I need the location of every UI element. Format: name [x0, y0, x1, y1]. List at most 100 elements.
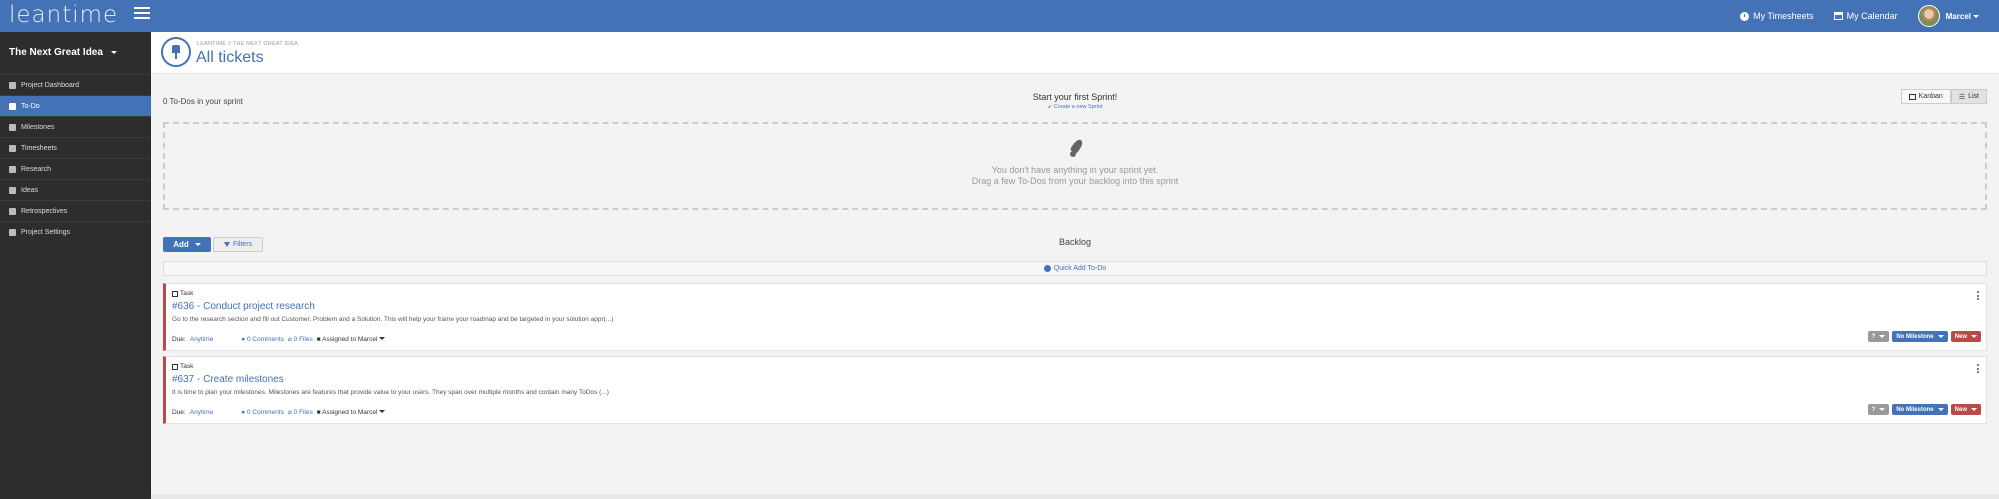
files-label: 0 Files	[293, 336, 313, 343]
sidebar-item-retrospectives[interactable]: Retrospectives	[0, 200, 151, 221]
milestones-icon	[9, 123, 16, 131]
ticket-type-label: Task	[180, 290, 194, 297]
chevron-down-icon	[1879, 408, 1886, 411]
sidebar-item-project-settings[interactable]: Project Settings	[0, 221, 151, 242]
user-icon: ■	[316, 408, 321, 416]
sidebar-item-label: Milestones	[21, 123, 55, 131]
plus-circle-icon	[1043, 265, 1051, 272]
ticket-card[interactable]: Task #636 - Conduct project research Go …	[163, 283, 1987, 351]
chevron-down-icon	[1879, 335, 1886, 338]
rocket-icon: ➹	[1047, 104, 1053, 110]
ticket-type: Task	[172, 363, 193, 370]
main-content: 0 To-Dos in your sprint Start your first…	[151, 74, 1999, 499]
clock-icon	[9, 144, 16, 152]
user-name: Marcel	[1945, 11, 1971, 21]
files-link[interactable]: ⌀ 0 Files	[288, 335, 313, 343]
priority-label: ?	[1871, 406, 1876, 413]
user-menu[interactable]: Marcel	[1917, 5, 1979, 27]
assignee-label: Assigned to Marcel	[322, 408, 378, 416]
ticket-title[interactable]: #637 - Create milestones	[172, 374, 284, 385]
comments-link[interactable]: ● 0 Comments	[241, 409, 284, 416]
comments-link[interactable]: ● 0 Comments	[241, 336, 284, 343]
project-name: The Next Great Idea	[9, 47, 103, 58]
ticket-meta: Due: Anytime ● 0 Comments ⌀ 0 Files ■ As…	[172, 408, 386, 416]
sidebar-item-ideas[interactable]: Ideas	[0, 179, 151, 200]
chevron-down-icon	[1971, 408, 1977, 411]
list-label: List	[1968, 93, 1979, 100]
lightbulb-icon	[9, 186, 16, 194]
milestone-dropdown[interactable]: No Milestone	[1892, 331, 1948, 342]
chevron-down-icon	[1971, 335, 1977, 338]
milestone-dropdown[interactable]: No Milestone	[1892, 404, 1948, 415]
quick-add-label: Quick Add To-Do	[1053, 265, 1107, 272]
sprint-empty-message: You don't have anything in your sprint y…	[991, 165, 1159, 175]
chevron-down-icon	[1937, 335, 1944, 338]
create-sprint-label: Create a new Sprint	[1053, 104, 1103, 110]
my-calendar-link[interactable]: My Calendar	[1833, 11, 1898, 21]
due-label: Due:	[172, 335, 186, 343]
assignee-dropdown[interactable]: ■ Assigned to Marcel	[317, 409, 386, 416]
chevron-down-icon	[1937, 408, 1944, 411]
comments-label: 0 Comments	[246, 335, 284, 343]
status-dropdown[interactable]: New	[1950, 404, 1981, 415]
sidebar-item-label: Project Settings	[21, 228, 71, 236]
sidebar-item-todo[interactable]: To-Do	[0, 95, 151, 116]
list-view-button[interactable]: ☰ List	[1950, 89, 1987, 104]
milestone-label: No Milestone	[1896, 406, 1934, 413]
menu-toggle-icon[interactable]	[134, 7, 150, 21]
assignee-dropdown[interactable]: ■ Assigned to Marcel	[317, 336, 386, 343]
sprint-drop-zone[interactable]: You don't have anything in your sprint y…	[163, 122, 1987, 210]
files-link[interactable]: ⌀ 0 Files	[288, 408, 313, 416]
sprint-start-heading: Start your first Sprint!	[1032, 92, 1118, 102]
sidebar-item-label: Project Dashboard	[21, 81, 79, 89]
gear-icon	[9, 228, 16, 236]
create-sprint-link[interactable]: ➹ Create a new Sprint	[151, 104, 1999, 110]
sidebar-item-timesheets[interactable]: Timesheets	[0, 137, 151, 158]
ticket-card[interactable]: Task #637 - Create milestones It is time…	[163, 356, 1987, 424]
checkbox-icon	[172, 290, 178, 297]
sidebar-item-project-dashboard[interactable]: Project Dashboard	[0, 74, 151, 95]
priority-dropdown[interactable]: ?	[1867, 404, 1890, 415]
sidebar-item-research[interactable]: Research	[0, 158, 151, 179]
pin-icon	[9, 102, 16, 110]
sidebar-item-milestones[interactable]: Milestones	[0, 116, 151, 137]
sidebar-item-label: To-Do	[21, 102, 40, 110]
pin-icon	[161, 37, 191, 67]
files-label: 0 Files	[293, 409, 313, 416]
ticket-type-label: Task	[180, 363, 194, 370]
sidebar-item-label: Research	[21, 165, 51, 173]
ticket-title[interactable]: #636 - Conduct project research	[172, 301, 315, 312]
ticket-description: It is time to plan your milestones. Mile…	[172, 389, 609, 396]
ticket-actions: ? No Milestone New	[1867, 331, 1981, 342]
ticket-menu-icon[interactable]	[1977, 291, 1980, 301]
assignee-label: Assigned to Marcel	[322, 335, 378, 343]
kanban-icon	[1908, 93, 1916, 100]
page-header: LEANTIME // THE NEXT GREAT IDEA All tick…	[151, 32, 1999, 74]
quick-add-todo[interactable]: Quick Add To-Do	[163, 261, 1987, 276]
user-icon: ■	[316, 335, 321, 343]
sidebar-item-label: Timesheets	[21, 144, 57, 152]
due-date-picker[interactable]: Anytime	[190, 409, 213, 416]
breadcrumb[interactable]: LEANTIME // THE NEXT GREAT IDEA	[197, 41, 298, 47]
due-label: Due:	[172, 408, 186, 416]
clock-icon	[1740, 11, 1750, 21]
comment-icon: ●	[241, 335, 246, 343]
kanban-view-button[interactable]: Kanban	[1900, 89, 1951, 104]
my-timesheets-link[interactable]: My Timesheets	[1740, 11, 1814, 21]
sidebar-item-label: Retrospectives	[21, 207, 68, 215]
project-selector[interactable]: The Next Great Idea	[9, 47, 117, 58]
due-date-picker[interactable]: Anytime	[190, 336, 213, 343]
chevron-down-icon	[110, 50, 117, 54]
comments-label: 0 Comments	[246, 408, 284, 416]
avatar	[1917, 5, 1940, 27]
priority-dropdown[interactable]: ?	[1867, 331, 1890, 342]
ticket-menu-icon[interactable]	[1977, 364, 1980, 374]
top-navbar: leantime My Timesheets My Calendar Marce…	[0, 0, 1999, 32]
chevron-down-icon	[379, 410, 386, 414]
chevron-down-icon	[1973, 14, 1979, 18]
status-dropdown[interactable]: New	[1950, 331, 1981, 342]
retro-icon	[9, 207, 16, 215]
leantime-logo[interactable]: leantime	[9, 2, 118, 28]
backlog-heading: Backlog	[1058, 237, 1092, 247]
checkbox-icon	[172, 363, 178, 370]
